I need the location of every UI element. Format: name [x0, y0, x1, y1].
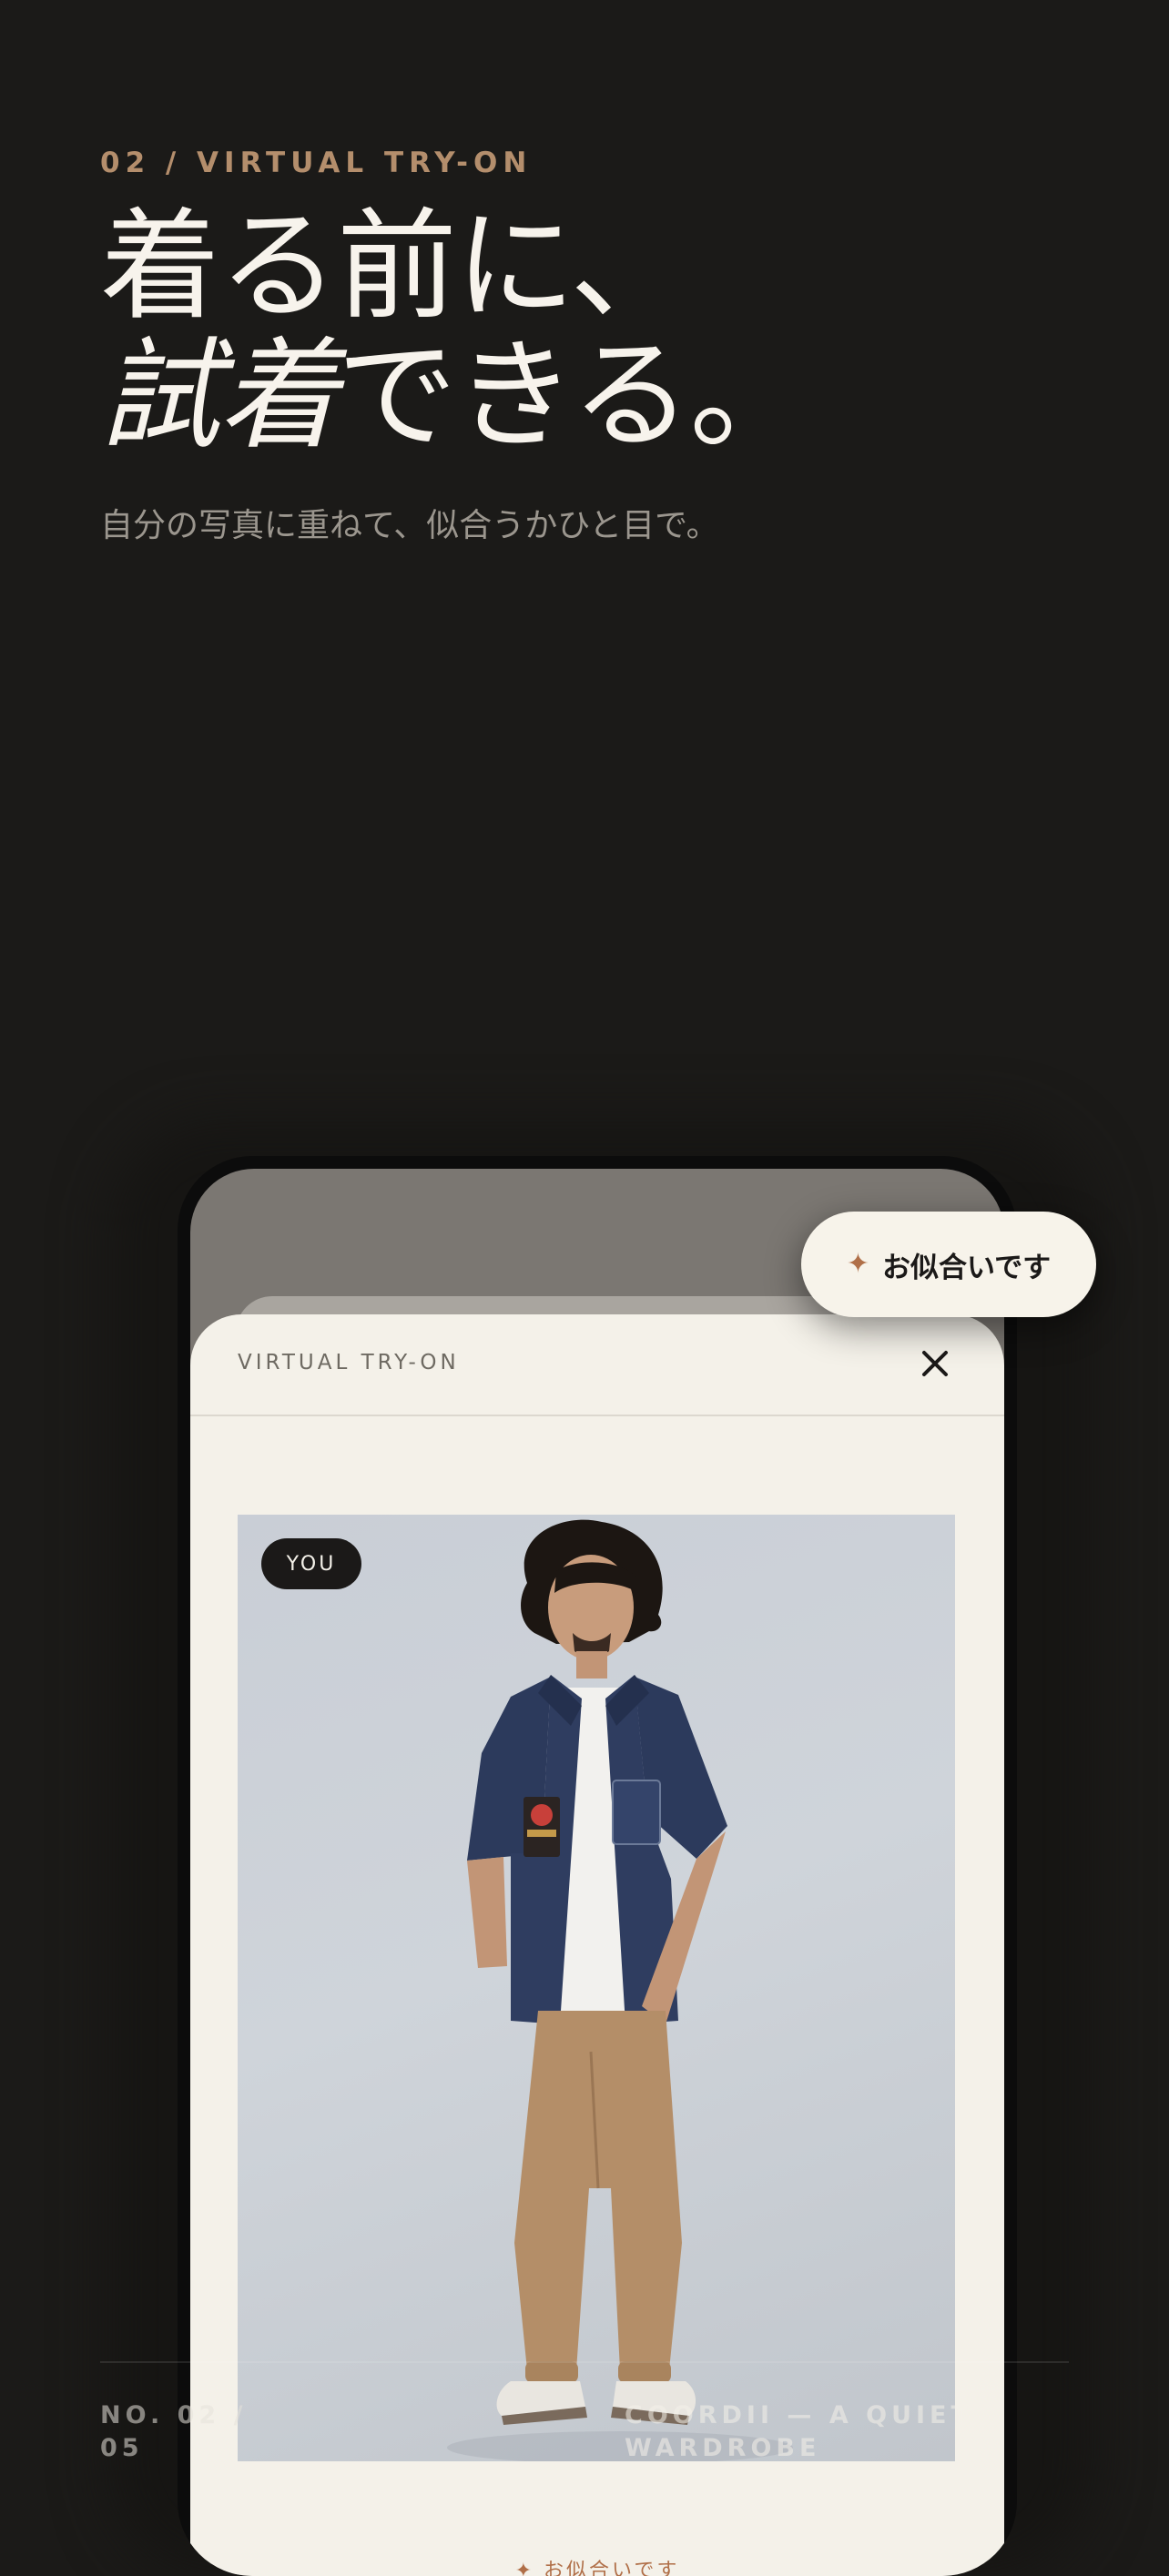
brand-tagline: COORDII — A QUIET WARDROBE — [625, 2401, 972, 2462]
phone-mockup: VIRTUAL TRY-ON YOU ✦ お似合いです — [178, 1156, 1017, 2576]
person-figure — [447, 1519, 793, 2461]
sheet-header: VIRTUAL TRY-ON — [190, 1314, 1004, 1416]
match-result-label: お似合いです — [882, 1251, 1052, 1284]
sparkle-icon: ✦ — [846, 1248, 870, 1280]
you-badge: YOU — [261, 1538, 361, 1589]
try-on-sheet: VIRTUAL TRY-ON YOU ✦ お似合いです — [190, 1314, 1004, 2576]
user-photo[interactable]: YOU — [238, 1515, 955, 2461]
page-indicator: NO. 02 / 05 — [100, 2401, 248, 2462]
close-button[interactable] — [910, 1338, 961, 1389]
headline-line-2: 試着できる。 — [100, 331, 809, 461]
close-icon — [922, 1351, 948, 1376]
phone-screen: VIRTUAL TRY-ON YOU ✦ お似合いです — [190, 1169, 1004, 2576]
sheet-title: VIRTUAL TRY-ON — [238, 1351, 460, 1374]
hero-subtitle: 自分の写真に重ねて、似合うかひと目で。 — [100, 507, 719, 544]
sheet-match-label: ✦ お似合いです — [514, 2560, 680, 2576]
headline-rest: できる。 — [337, 326, 809, 466]
match-result-pill[interactable]: ✦ お似合いです — [801, 1212, 1096, 1317]
headline-italic-word: 試着 — [100, 326, 339, 466]
headline-line-1: 着る前に、 — [100, 197, 690, 337]
footer-divider — [100, 2361, 1069, 2363]
hero-headline: 着る前に、 試着できる。 — [100, 197, 809, 461]
eyebrow-label: 02 / VIRTUAL TRY-ON — [100, 147, 533, 179]
